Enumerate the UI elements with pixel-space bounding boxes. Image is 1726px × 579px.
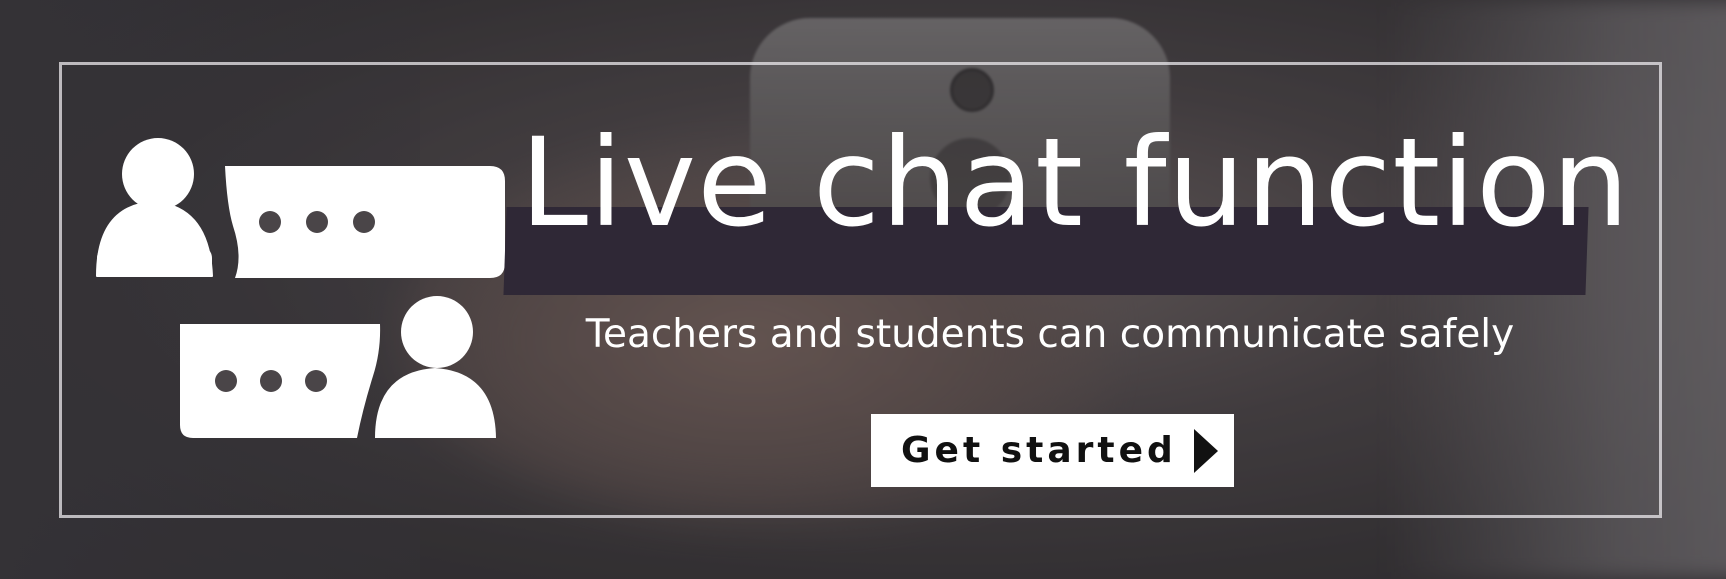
get-started-button[interactable]: Get started (871, 414, 1234, 487)
play-arrow-icon (1194, 429, 1218, 473)
hero-banner: Live chat function Teachers and students… (0, 0, 1726, 579)
banner-title: Live chat function (520, 112, 1631, 254)
banner-subtitle: Teachers and students can communicate sa… (585, 312, 1515, 357)
chat-conversation-icon (96, 138, 505, 438)
get-started-label: Get started (901, 430, 1177, 471)
